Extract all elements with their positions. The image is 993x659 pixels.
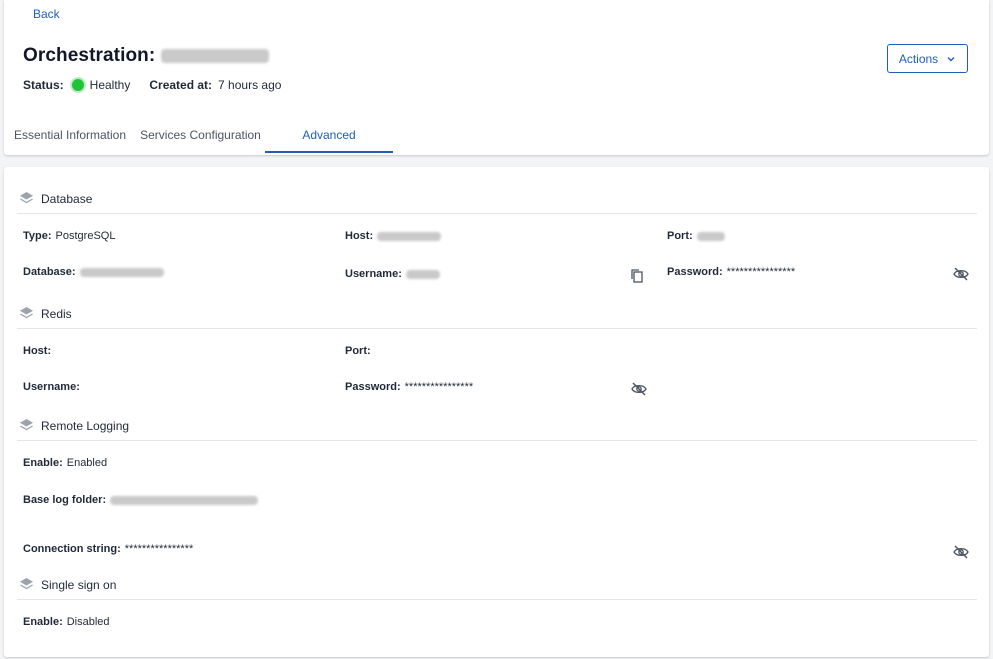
tab-advanced[interactable]: Advanced xyxy=(265,117,393,153)
created-label: Created at: xyxy=(149,78,213,92)
eye-off-icon[interactable] xyxy=(953,266,969,282)
redis-password-value: **************** xyxy=(404,381,474,393)
redis-username-label: Username: xyxy=(23,381,80,393)
logging-base-folder-field: Base log folder: xyxy=(23,494,259,506)
logging-connection-field: Connection string: **************** xyxy=(23,543,193,555)
db-port-field: Port: xyxy=(667,230,725,242)
chevron-down-icon xyxy=(946,54,956,64)
logging-base-folder-value-redacted xyxy=(110,495,259,505)
db-password-field: Password: **************** xyxy=(667,266,795,278)
db-type-label: Type: xyxy=(23,230,52,242)
logging-enable-label: Enable: xyxy=(23,457,63,469)
divider xyxy=(17,440,977,441)
tab-bar: Essential Information Services Configura… xyxy=(4,117,393,155)
db-port-value-redacted xyxy=(696,231,725,241)
tab-essential-information[interactable]: Essential Information xyxy=(4,117,136,153)
section-remote-logging-title: Remote Logging xyxy=(41,418,130,433)
db-type-field: Type: PostgreSQL xyxy=(23,230,115,242)
divider xyxy=(17,599,977,600)
logging-connection-label: Connection string: xyxy=(23,543,121,555)
section-redis-header: Redis xyxy=(19,306,72,321)
status-indicator xyxy=(71,79,84,91)
status-label: Status: xyxy=(23,78,64,92)
redis-username-field: Username: xyxy=(23,381,84,393)
db-host-value-redacted xyxy=(377,231,442,241)
page-title: Orchestration: xyxy=(23,45,270,67)
page-title-name-redacted xyxy=(161,49,270,63)
sso-enable-value: Disabled xyxy=(66,616,110,628)
eye-off-icon[interactable] xyxy=(953,544,969,560)
actions-button-label: Actions xyxy=(898,51,939,66)
logging-enable-value: Enabled xyxy=(66,457,108,469)
db-port-label: Port: xyxy=(667,230,693,242)
db-database-value-redacted xyxy=(79,267,164,277)
section-database-title: Database xyxy=(41,191,93,206)
status-row: Status: Healthy Created at: 7 hours ago xyxy=(23,78,281,92)
db-username-label: Username: xyxy=(345,268,402,280)
section-database-header: Database xyxy=(19,191,92,206)
header-card: Back Orchestration: Status: Healthy Crea… xyxy=(4,0,989,155)
redis-port-label: Port: xyxy=(345,345,371,357)
layers-icon xyxy=(19,306,34,321)
page-title-prefix: Orchestration: xyxy=(23,45,156,66)
advanced-panel: Database Type: PostgreSQL Host: Port: Da… xyxy=(4,167,989,657)
db-password-value: **************** xyxy=(726,266,796,278)
back-link[interactable]: Back xyxy=(33,7,60,21)
tab-services-configuration[interactable]: Services Configuration xyxy=(136,117,265,153)
db-password-label: Password: xyxy=(667,266,723,278)
logging-base-folder-label: Base log folder: xyxy=(23,494,107,506)
logging-connection-value: **************** xyxy=(124,543,194,555)
redis-password-label: Password: xyxy=(345,381,401,393)
db-type-value: PostgreSQL xyxy=(55,230,116,242)
db-username-value-redacted xyxy=(405,269,440,279)
section-remote-logging-header: Remote Logging xyxy=(19,418,129,433)
created-value: 7 hours ago xyxy=(218,78,282,92)
divider xyxy=(17,328,977,329)
eye-off-icon[interactable] xyxy=(631,381,647,397)
sso-enable-label: Enable: xyxy=(23,616,63,628)
layers-icon xyxy=(19,418,34,433)
section-redis-title: Redis xyxy=(41,306,72,321)
copy-icon[interactable] xyxy=(629,267,645,283)
actions-button[interactable]: Actions xyxy=(887,44,968,73)
db-username-field: Username: xyxy=(345,268,440,280)
logging-enable-field: Enable: Enabled xyxy=(23,457,107,469)
db-database-field: Database: xyxy=(23,266,164,278)
redis-host-field: Host: xyxy=(23,345,55,357)
section-sso-title: Single sign on xyxy=(41,577,117,592)
status-value: Healthy xyxy=(89,78,131,92)
redis-port-field: Port: xyxy=(345,345,375,357)
db-host-label: Host: xyxy=(345,230,374,242)
sso-enable-field: Enable: Disabled xyxy=(23,616,110,628)
section-sso-header: Single sign on xyxy=(19,577,116,592)
db-database-label: Database: xyxy=(23,266,76,278)
divider xyxy=(17,213,977,214)
layers-icon xyxy=(19,577,34,592)
layers-icon xyxy=(19,191,34,206)
redis-password-field: Password: **************** xyxy=(345,381,473,393)
redis-host-label: Host: xyxy=(23,345,52,357)
db-host-field: Host: xyxy=(345,230,442,242)
